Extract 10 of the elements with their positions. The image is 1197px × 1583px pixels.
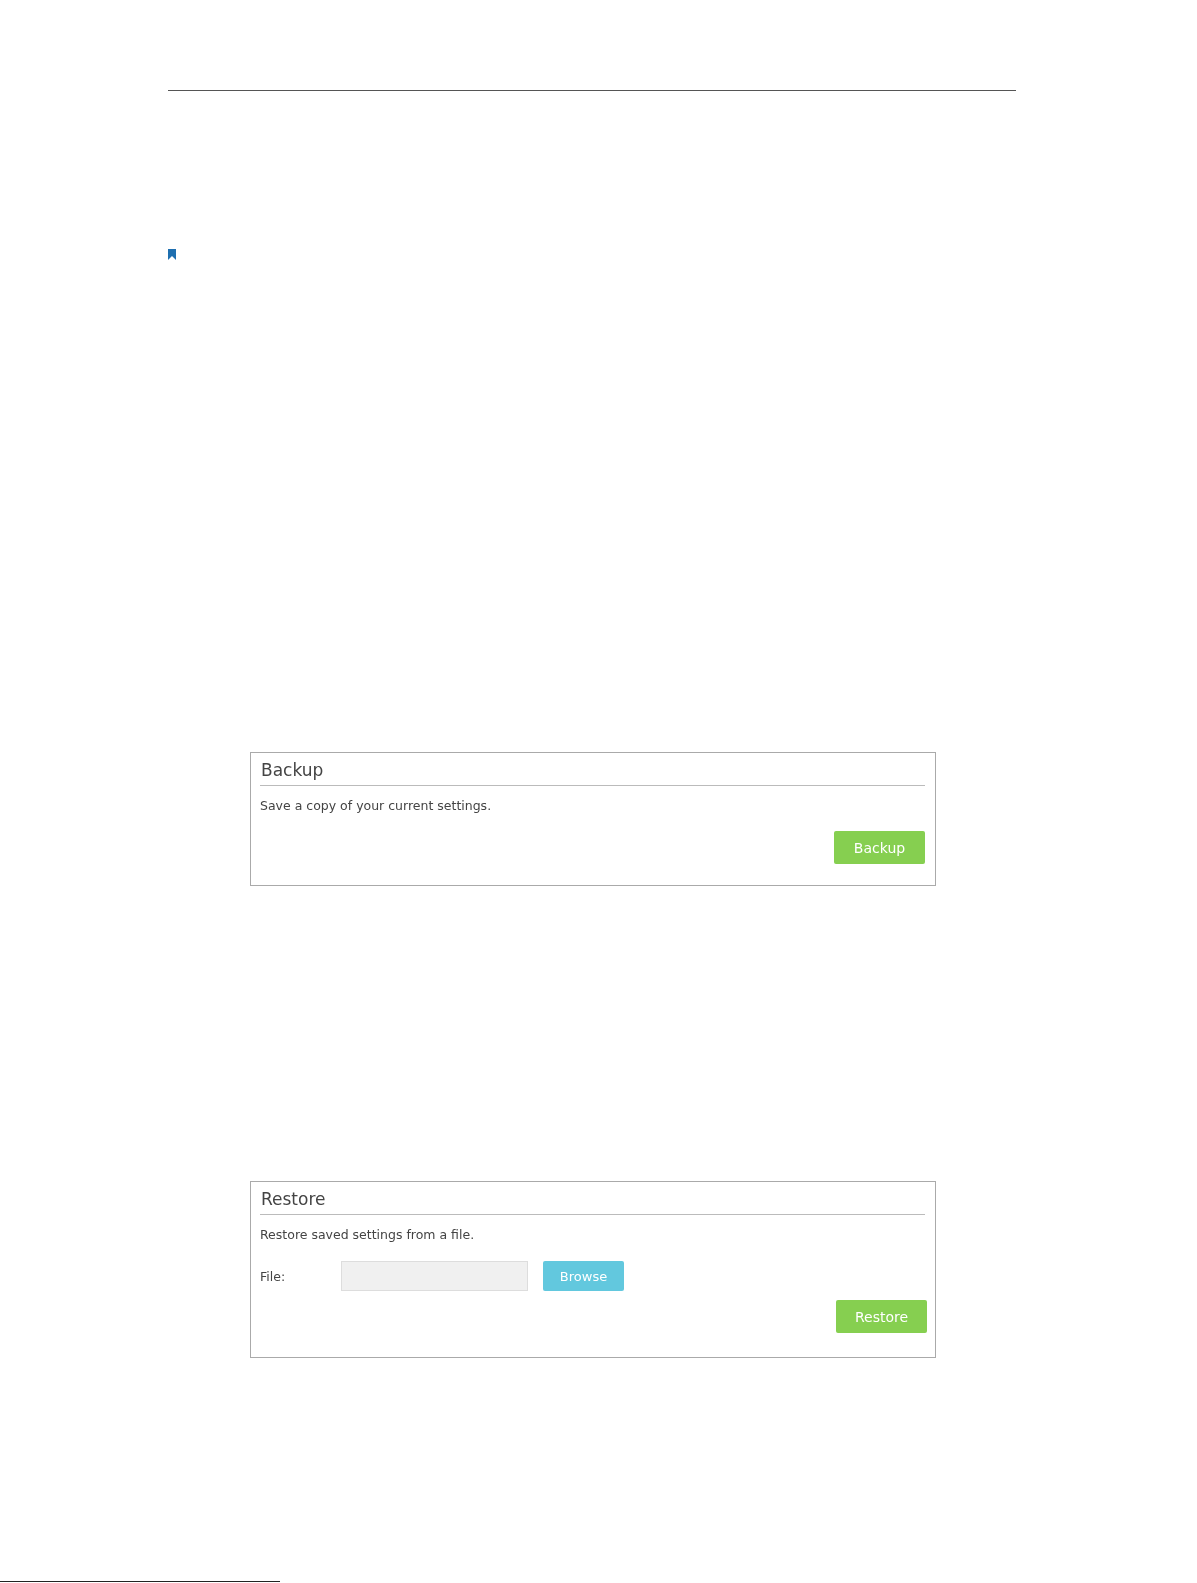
bookmark-icon bbox=[168, 249, 176, 260]
browse-button[interactable]: Browse bbox=[543, 1261, 624, 1291]
panel-title: Restore bbox=[260, 1182, 925, 1215]
file-label: File: bbox=[260, 1268, 287, 1284]
panel-description: Save a copy of your current settings. bbox=[260, 798, 493, 814]
file-field[interactable] bbox=[341, 1261, 528, 1291]
panel-title: Backup bbox=[260, 753, 925, 786]
panel-description: Restore saved settings from a file. bbox=[260, 1227, 476, 1243]
restore-button[interactable]: Restore bbox=[836, 1300, 927, 1333]
backup-button[interactable]: Backup bbox=[834, 831, 925, 864]
